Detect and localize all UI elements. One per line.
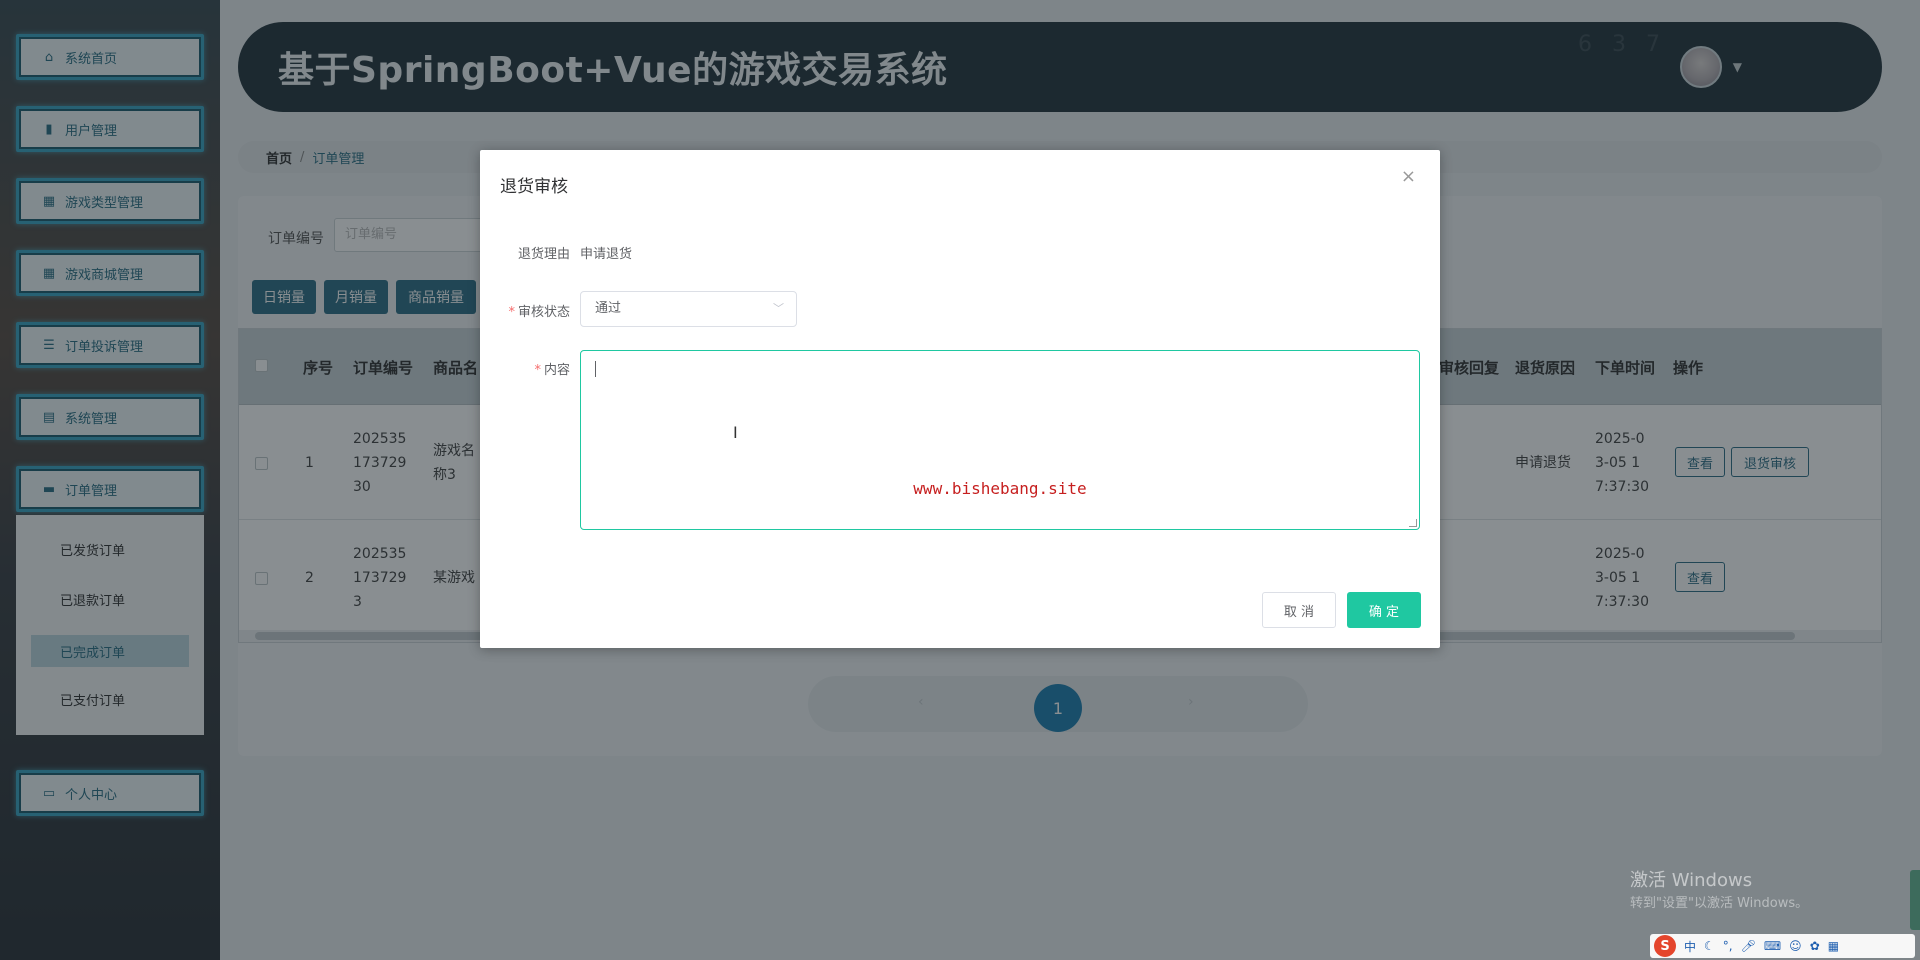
- microphone-icon[interactable]: 🎤︎: [1741, 939, 1756, 953]
- text-caret: [595, 361, 596, 377]
- review-status-select[interactable]: 通过 ﹀: [580, 291, 797, 327]
- confirm-button[interactable]: 确 定: [1347, 592, 1421, 628]
- moon-icon[interactable]: ☾: [1704, 939, 1715, 953]
- return-review-dialog: 退货审核 × 退货理由 申请退货 * 审核状态 通过 ﹀ * 内容 I www.bi…: [480, 150, 1440, 648]
- chevron-down-icon: ﹀: [773, 302, 784, 315]
- reason-value: 申请退货: [580, 247, 633, 262]
- cancel-button[interactable]: 取 消: [1262, 592, 1336, 628]
- ime-language[interactable]: 中: [1684, 938, 1696, 955]
- windows-activation-subtitle: 转到"设置"以激活 Windows。: [1630, 896, 1809, 911]
- required-mark: *: [534, 363, 541, 378]
- user-icon[interactable]: ☺: [1789, 939, 1802, 953]
- apps-icon[interactable]: ▦: [1828, 939, 1839, 953]
- windows-activation-title: 激活 Windows: [1630, 870, 1753, 891]
- watermark-text: www.bishebang.site: [913, 479, 1087, 498]
- status-label: * 审核状态: [508, 305, 570, 320]
- skin-icon[interactable]: ✿: [1810, 939, 1820, 953]
- reason-label: 退货理由: [517, 247, 570, 262]
- ibeam-cursor-icon: I: [733, 423, 738, 442]
- punctuation-icon[interactable]: °,: [1723, 939, 1733, 953]
- system-tray: S 中 ☾ °, 🎤︎ ⌨ ☺ ✿ ▦: [1650, 934, 1915, 958]
- required-mark: *: [508, 305, 515, 320]
- close-icon[interactable]: ×: [1401, 166, 1416, 187]
- dialog-title: 退货审核: [500, 177, 568, 197]
- side-tab[interactable]: [1910, 870, 1920, 930]
- keyboard-icon[interactable]: ⌨: [1764, 939, 1781, 953]
- ime-logo-icon[interactable]: S: [1654, 935, 1676, 957]
- content-label: * 内容: [534, 363, 570, 378]
- content-textarea[interactable]: I www.bishebang.site: [580, 350, 1420, 530]
- resize-handle[interactable]: [1409, 519, 1417, 527]
